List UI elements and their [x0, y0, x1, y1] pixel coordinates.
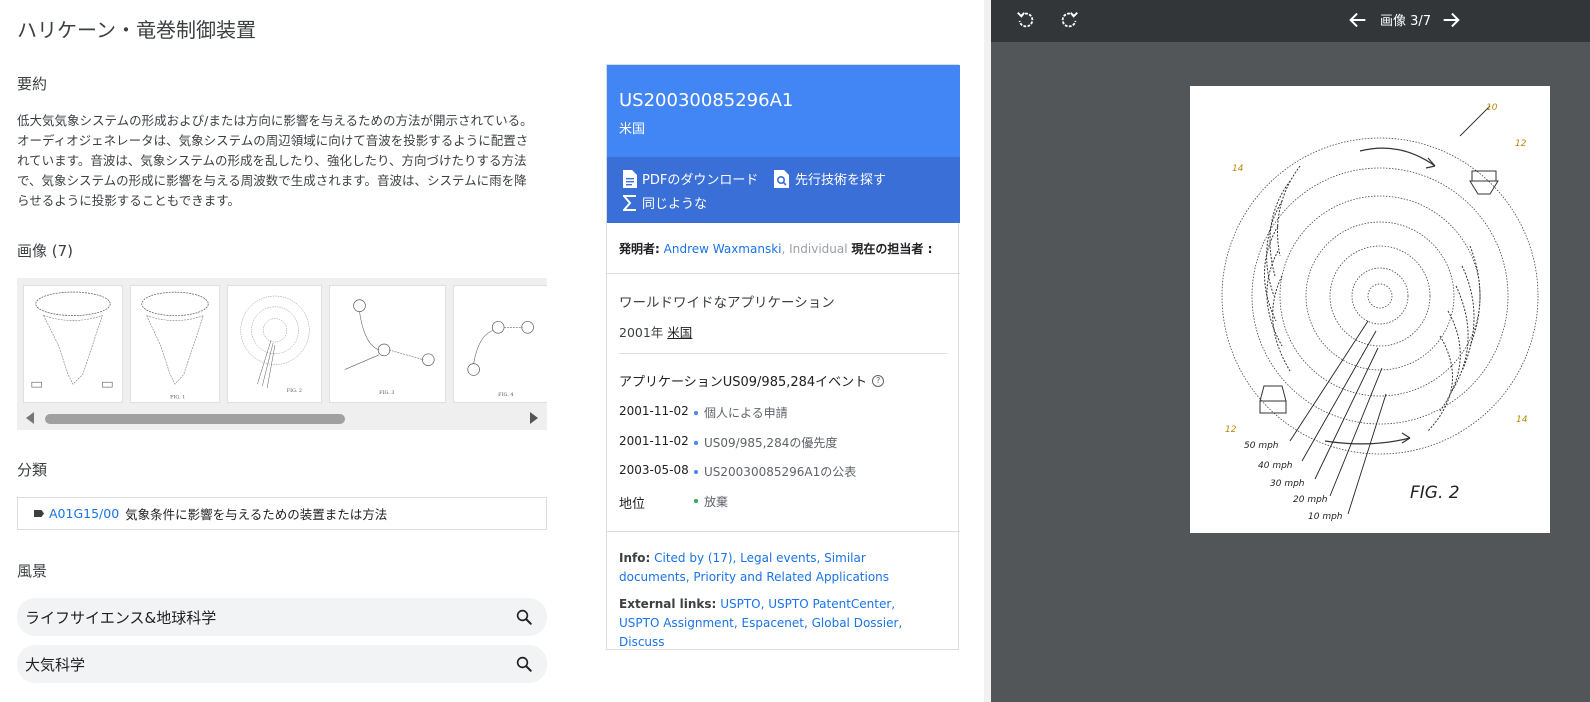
abstract-heading: 要約 [17, 75, 48, 93]
speed-label: 40 mph [1258, 461, 1293, 471]
image-viewer: 画像 3/7 10 12 14 12 14 50 mph 40 mph 30 m… [991, 0, 1590, 702]
external-links-label: External links: [619, 597, 717, 611]
inventor-label: 発明者: [619, 242, 660, 256]
patent-detail-pane: ハリケーン・竜巻制御装置 要約 低大気気象システムの形成および/または方向に影響… [0, 0, 560, 702]
card-actions: PDFのダウンロード 先行技術を探す 同じような [607, 157, 960, 223]
speed-label: 30 mph [1270, 479, 1305, 489]
event-date: 2001-11-02 [619, 434, 689, 448]
thumbnail-figure-1a[interactable] [23, 285, 123, 403]
card-header: US20030085296A1 米国 [607, 65, 960, 157]
publication-country: 米国 [619, 122, 646, 137]
sigma-icon [623, 194, 636, 211]
speed-label: 50 mph [1244, 441, 1279, 451]
help-icon[interactable]: ? [872, 374, 885, 387]
download-pdf-label: PDFのダウンロード [642, 173, 759, 188]
status-label: 地位 [619, 497, 646, 512]
find-prior-art-button[interactable]: 先行技術を探す [774, 169, 886, 188]
scroll-left-icon[interactable] [26, 412, 34, 424]
find-prior-art-label: 先行技術を探す [795, 173, 887, 188]
viewer-separator [984, 0, 991, 702]
label-tag-icon [34, 510, 44, 517]
divider [607, 273, 960, 274]
worldwide-country-link[interactable]: 米国 [667, 325, 692, 340]
scroll-right-icon[interactable] [530, 412, 538, 424]
patent-figure-image: 10 12 14 12 14 50 mph 40 mph 30 mph 20 m… [1190, 86, 1550, 533]
ref-number: 14 [1516, 415, 1528, 425]
ref-number: 10 [1486, 103, 1498, 113]
rotate-left-icon[interactable] [1015, 9, 1037, 31]
event-date: 2003-05-08 [619, 463, 689, 477]
page-title: ハリケーン・竜巻制御装置 [17, 18, 256, 42]
classification-heading: 分類 [17, 461, 48, 479]
assignee-label: 現在の担当者 : [851, 242, 933, 256]
abstract-text: 低大気気象システムの形成および/または方向に影響を与えるための方法が開示されてい… [17, 113, 533, 208]
event-date: 2001-11-02 [619, 404, 689, 418]
classification-description: 気象条件に影響を与えるための装置または方法 [125, 507, 388, 522]
publication-number: US20030085296A1 [619, 90, 794, 111]
viewer-toolbar: 画像 3/7 [991, 0, 1590, 42]
status-dot [694, 499, 698, 503]
classification-code-link[interactable]: A01G15/00 [49, 506, 119, 521]
images-heading: 画像 (7) [17, 242, 74, 260]
similar-label: 同じような [642, 197, 708, 212]
ref-number: 12 [1515, 139, 1527, 149]
patent-summary-card: US20030085296A1 米国 PDFのダウンロード 先行技術を探す 同じ… [606, 64, 960, 652]
external-links: External links: USPTO, USPTO PatentCente… [619, 595, 939, 652]
info-links-text[interactable]: Cited by (17), Legal events, Similar doc… [619, 551, 889, 584]
gallery-scrollbar[interactable] [17, 409, 547, 427]
image-counter: 画像 3/7 [1380, 14, 1432, 29]
chip-label: 大気科学 [25, 655, 86, 674]
thumb-fig-label: FIG. 1 [170, 395, 185, 401]
inventor-row: 発明者: Andrew Waxmanski, Individual 現在の担当者… [619, 240, 932, 257]
thumb-fig-label: FIG. 3 [379, 390, 394, 396]
event-dot [694, 441, 698, 445]
divider [607, 531, 960, 532]
event-dot [694, 411, 698, 415]
worldwide-heading: ワールドワイドなアプリケーション [619, 295, 835, 311]
status-value: 放棄 [704, 495, 729, 509]
thumbnail-figure-2[interactable]: FIG. 2 [227, 285, 322, 403]
ref-number: 14 [1232, 164, 1244, 174]
speed-label: 10 mph [1308, 512, 1343, 522]
application-events-heading: アプリケーションUS09/985,284イベント ? [619, 371, 885, 390]
divider [619, 353, 947, 354]
worldwide-row: 2001年 米国 [619, 322, 692, 341]
worldwide-year: 2001年 [619, 325, 664, 340]
event-text: 個人による申請 [704, 406, 788, 420]
info-label: Info: [619, 551, 651, 565]
inventor-link[interactable]: Andrew Waxmanski [664, 242, 782, 256]
search-icon[interactable] [515, 655, 533, 673]
figure-label: FIG. 2 [1410, 483, 1460, 503]
landscape-chip-atmospheric-science[interactable]: 大気科学 [17, 645, 547, 683]
landscape-chip-life-science[interactable]: ライフサイエンス&地球科学 [17, 598, 547, 636]
previous-image-arrow-icon[interactable] [1347, 9, 1369, 31]
thumb-fig-label: FIG. 2 [287, 388, 302, 394]
application-events-title: アプリケーションUS09/985,284イベント [619, 375, 868, 390]
landscape-heading: 風景 [17, 562, 48, 580]
event-text: US20030085296A1の公表 [704, 465, 857, 479]
image-gallery: FIG. 1 FIG. 2 FIG. 3 FIG. 4 [17, 278, 547, 430]
rotate-right-icon[interactable] [1058, 9, 1080, 31]
thumb-fig-label: FIG. 4 [498, 392, 513, 398]
classification-item: A01G15/00 気象条件に影響を与えるための装置または方法 [17, 497, 547, 530]
thumbnail-figure-1b[interactable]: FIG. 1 [130, 285, 220, 403]
next-image-arrow-icon[interactable] [1440, 9, 1462, 31]
scrollbar-thumb[interactable] [45, 414, 345, 424]
speed-label: 20 mph [1293, 495, 1328, 505]
event-dot [694, 470, 698, 474]
thumbnail-figure-4[interactable]: FIG. 4 [453, 285, 547, 403]
document-search-icon [774, 169, 789, 188]
search-icon[interactable] [515, 608, 533, 626]
similar-button[interactable]: 同じような [623, 193, 707, 212]
inventor-type: , Individual [781, 242, 848, 256]
download-pdf-button[interactable]: PDFのダウンロード [623, 169, 758, 188]
ref-number: 12 [1225, 425, 1237, 435]
thumbnail-figure-3[interactable]: FIG. 3 [329, 285, 446, 403]
pdf-file-icon [623, 169, 637, 188]
info-links: Info: Cited by (17), Legal events, Simil… [619, 549, 939, 587]
chip-label: ライフサイエンス&地球科学 [25, 608, 217, 627]
event-text: US09/985,284の優先度 [704, 436, 838, 450]
